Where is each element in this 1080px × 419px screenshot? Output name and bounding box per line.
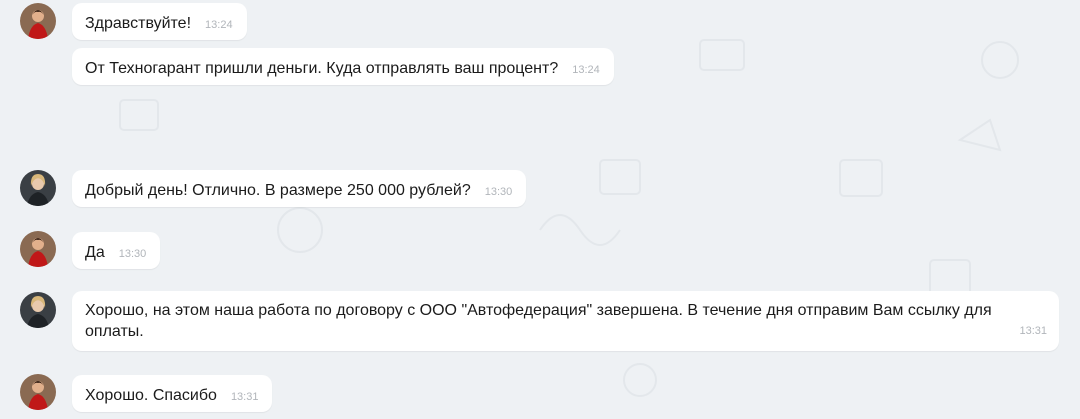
message-time: 13:30 [484, 186, 513, 198]
message-text: Хорошо. Спасибо [85, 387, 217, 404]
client-avatar[interactable] [20, 292, 56, 328]
message-time: 13:30 [118, 248, 147, 260]
partner-avatar[interactable] [20, 231, 56, 267]
client-avatar-image [20, 170, 56, 206]
message-text: Добрый день! Отлично. В размере 250 000 … [85, 182, 471, 199]
partner-avatar[interactable] [20, 374, 56, 410]
partner-avatar-image [20, 231, 56, 267]
partner-avatar[interactable] [20, 3, 56, 39]
message-time: 13:24 [572, 64, 600, 76]
message-bubble[interactable]: Да 13:30 [72, 232, 161, 269]
message-bubble[interactable]: Добрый день! Отлично. В размере 250 000 … [72, 170, 527, 207]
chat-history: Здравствуйте! 13:24 От Техногарант пришли… [0, 0, 1080, 414]
message-time: 13:24 [205, 19, 233, 31]
message-bubble[interactable]: Здравствуйте! 13:24 [72, 3, 247, 40]
message-text: Хорошо, на этом наша работа по договору … [85, 302, 992, 340]
message-text: От Техногарант пришли деньги. Куда отпра… [85, 60, 559, 77]
message-text: Здравствуйте! [85, 15, 192, 32]
message-bubble[interactable]: Хорошо, на этом наша работа по договору … [72, 291, 1059, 351]
client-avatar[interactable] [20, 170, 56, 206]
partner-avatar-image [20, 3, 56, 39]
message-bubble[interactable]: От Техногарант пришли деньги. Куда отпра… [72, 48, 614, 85]
message-text: Да [85, 244, 105, 261]
partner-avatar-image [20, 374, 56, 410]
message-time: 13:31 [230, 391, 259, 403]
message-time: 13:31 [1019, 325, 1047, 337]
message-bubble[interactable]: Хорошо. Спасибо 13:31 [72, 375, 273, 412]
client-avatar-image [20, 292, 56, 328]
